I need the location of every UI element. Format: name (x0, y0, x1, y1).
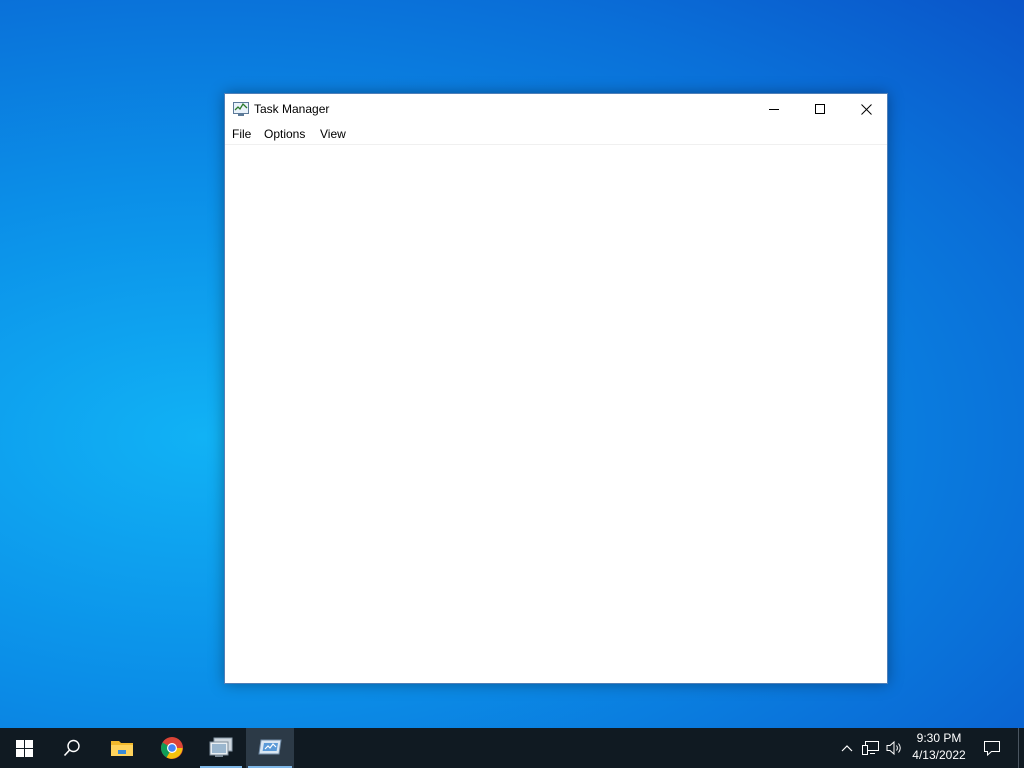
start-button[interactable] (0, 728, 48, 768)
clock[interactable]: 9:30 PM 4/13/2022 (908, 730, 970, 766)
clock-date: 4/13/2022 (912, 748, 966, 762)
show-desktop-button[interactable] (1018, 728, 1024, 768)
close-icon (860, 103, 872, 115)
folder-icon (111, 741, 133, 756)
volume-button[interactable] (884, 728, 906, 768)
search-icon (63, 739, 80, 757)
show-hidden-icons-button[interactable] (838, 728, 856, 768)
search-button[interactable] (48, 728, 96, 768)
minimize-icon (769, 109, 779, 110)
clock-time: 9:30 PM (916, 731, 962, 745)
network-icon (862, 741, 879, 755)
task-manager-icon (233, 101, 249, 117)
volume-icon (886, 740, 901, 756)
maximize-icon (815, 104, 825, 114)
file-explorer-button[interactable] (98, 728, 146, 768)
maximize-button[interactable] (797, 94, 843, 124)
taskbar-app-task-manager[interactable] (246, 728, 294, 768)
title-bar[interactable]: Task Manager (225, 94, 887, 124)
taskbar-app-computer[interactable] (198, 728, 244, 768)
chevron-up-icon (841, 745, 853, 752)
menu-bar: File Options View (225, 124, 887, 145)
computer-icon (209, 737, 233, 757)
desktop[interactable]: Task Manager File Options View (0, 0, 1024, 728)
task-manager-icon (258, 739, 282, 755)
menu-options[interactable]: Options (262, 126, 307, 142)
windows-logo-icon (15, 739, 33, 757)
chrome-icon (161, 737, 183, 759)
close-button[interactable] (843, 94, 889, 124)
menu-file[interactable]: File (230, 126, 253, 142)
window-content (225, 145, 887, 683)
window-title: Task Manager (254, 102, 330, 116)
notification-icon (984, 741, 1000, 756)
menu-view[interactable]: View (318, 126, 348, 142)
action-center-button[interactable] (978, 728, 1006, 768)
taskbar: 9:30 PM 4/13/2022 (0, 728, 1024, 768)
network-button[interactable] (861, 728, 881, 768)
chrome-button[interactable] (148, 728, 196, 768)
minimize-button[interactable] (751, 94, 797, 124)
task-manager-window[interactable]: Task Manager File Options View (224, 93, 888, 684)
